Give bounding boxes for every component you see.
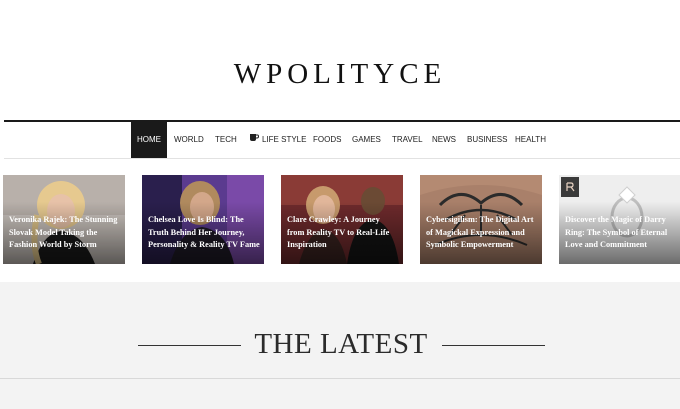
featured-card[interactable]: Discover the Magic of Darry Ring: The Sy… <box>559 175 680 264</box>
nav-item-world[interactable]: WORLD <box>174 122 204 158</box>
nav-item-life-style[interactable]: LIFE STYLE <box>249 122 306 158</box>
nav-item-health[interactable]: HEALTH <box>515 122 546 158</box>
featured-card[interactable]: Clare Crawley: A Journey from Reality TV… <box>281 175 403 264</box>
featured-card[interactable]: Veronika Rajek: The Stunning Slovak Mode… <box>3 175 125 264</box>
nav-item-label: WORLD <box>174 135 204 144</box>
featured-card-title[interactable]: Discover the Magic of Darry Ring: The Sy… <box>565 214 677 252</box>
nav-item-label: LIFE STYLE <box>262 135 307 145</box>
nav-item-label: GAMES <box>352 135 381 144</box>
nav-item-games[interactable]: GAMES <box>352 122 381 158</box>
nav-item-label: FOODS <box>313 135 342 144</box>
heading-line-left <box>138 345 241 346</box>
nav-item-foods[interactable]: FOODS <box>313 122 342 158</box>
featured-card[interactable]: Cybersigilism: The Digital Art of Magick… <box>420 175 542 264</box>
latest-heading: THE LATEST <box>254 328 428 360</box>
nav-item-business[interactable]: BUSINESS <box>467 122 508 158</box>
nav-item-label: TRAVEL <box>392 135 423 144</box>
nav-item-news[interactable]: NEWS <box>432 122 456 158</box>
coffee-cup-icon <box>249 122 260 158</box>
featured-card-title[interactable]: Chelsea Love Is Blind: The Truth Behind … <box>148 214 260 252</box>
nav-item-label: HOME <box>137 135 161 144</box>
nav-item-tech[interactable]: TECH <box>215 122 237 158</box>
nav-item-travel[interactable]: TRAVEL <box>392 122 423 158</box>
featured-card-title[interactable]: Cybersigilism: The Digital Art of Magick… <box>426 214 538 252</box>
featured-card-title[interactable]: Veronika Rajek: The Stunning Slovak Mode… <box>9 214 121 252</box>
nav-item-label: HEALTH <box>515 135 546 144</box>
nav-item-label: TECH <box>215 135 237 144</box>
main-nav: HOME WORLD TECH LIFE STYLE FOODS GAMES T… <box>4 122 680 159</box>
featured-card-title[interactable]: Clare Crawley: A Journey from Reality TV… <box>287 214 399 252</box>
nav-item-label: BUSINESS <box>467 135 508 144</box>
section-divider <box>0 378 680 379</box>
nav-item-label: NEWS <box>432 135 456 144</box>
nav-item-home[interactable]: HOME <box>131 122 167 158</box>
heading-line-right <box>442 345 545 346</box>
site-logo[interactable]: WPOLITYCE <box>0 58 680 91</box>
featured-card[interactable]: Chelsea Love Is Blind: The Truth Behind … <box>142 175 264 264</box>
